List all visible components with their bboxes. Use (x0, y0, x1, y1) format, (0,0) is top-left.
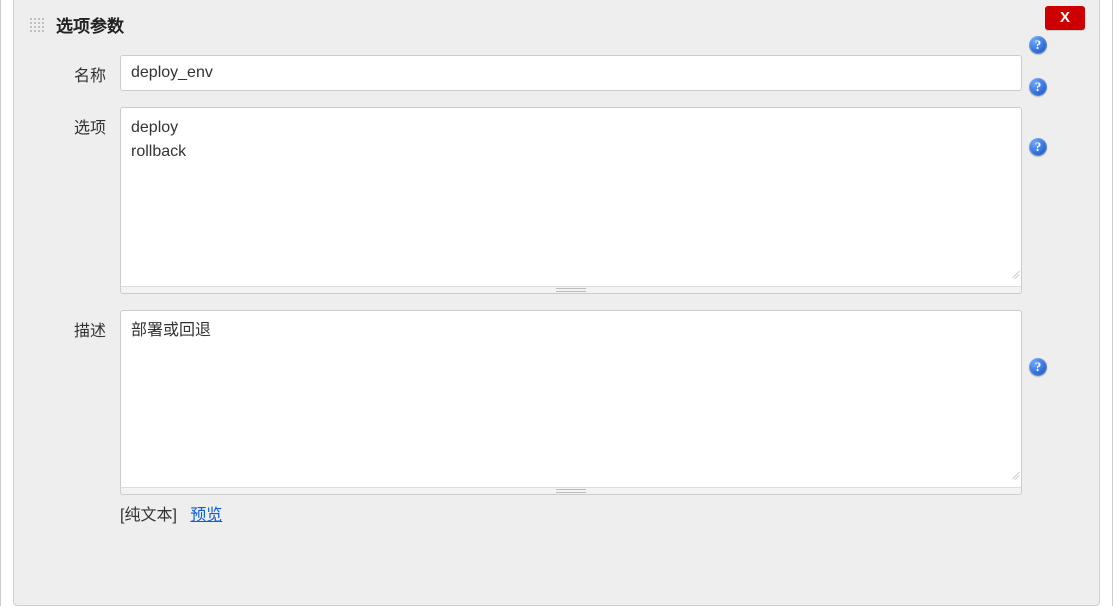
textarea-resize-bar[interactable] (120, 286, 1022, 294)
description-footer: [纯文本] 预览 (120, 501, 1022, 525)
name-input[interactable] (120, 55, 1022, 91)
description-textarea[interactable] (120, 310, 1022, 488)
preview-link[interactable]: 预览 (190, 507, 222, 524)
label-name: 名称 (14, 55, 120, 86)
description-mode-label: [纯文本] (120, 507, 177, 524)
choice-parameter-panel: X 选项参数 名称 选项 (13, 0, 1100, 606)
page-frame: X 选项参数 名称 选项 (0, 0, 1113, 606)
panel-header: 选项参数 (14, 0, 1099, 47)
options-textarea[interactable] (120, 107, 1022, 287)
label-options: 选项 (14, 107, 120, 138)
close-button[interactable]: X (1045, 6, 1085, 30)
form: 名称 选项 描述 (14, 47, 1099, 533)
drag-handle-icon[interactable] (28, 16, 46, 34)
row-name: 名称 (14, 47, 1099, 99)
row-description: 描述 [纯文本] 预览 (14, 302, 1099, 533)
label-description: 描述 (14, 310, 120, 341)
panel-title: 选项参数 (56, 12, 124, 37)
row-options: 选项 (14, 99, 1099, 302)
textarea-resize-bar[interactable] (120, 487, 1022, 495)
